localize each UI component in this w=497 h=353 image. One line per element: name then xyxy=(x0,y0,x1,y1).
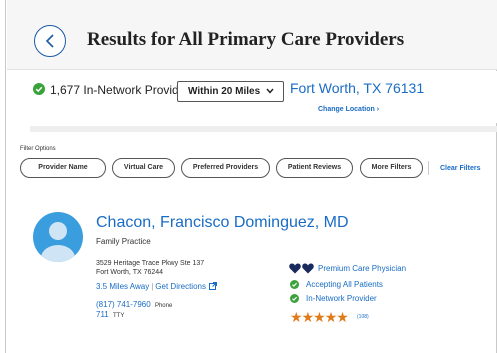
review-count-link[interactable]: (108) xyxy=(357,314,369,320)
pipe-separator: | xyxy=(151,282,154,291)
phone-row: (817) 741-7960 Phone xyxy=(96,300,172,309)
phone-link[interactable]: (817) 741-7960 xyxy=(96,300,151,309)
in-network-status: In-Network Provider xyxy=(306,294,377,303)
results-header: Results for All Primary Care Providers xyxy=(7,0,497,70)
distance-row: 3.5 Miles Away | Get Directions xyxy=(96,282,217,291)
results-summary: 1,677 In-Network Providers Within 20 Mil… xyxy=(7,71,497,123)
distance-select[interactable]: Within 20 Miles xyxy=(177,81,284,102)
distance-value: Within 20 Miles xyxy=(188,86,261,97)
premium-care-badge[interactable]: Premium Care Physician xyxy=(318,264,406,273)
change-location-link[interactable]: Change Location › xyxy=(318,106,379,113)
check-circle-icon xyxy=(33,83,45,95)
get-directions-link[interactable]: Get Directions xyxy=(155,282,206,291)
accepting-check-icon xyxy=(290,280,299,289)
star-icon: ★ xyxy=(336,309,349,325)
back-button[interactable] xyxy=(34,25,66,57)
provider-specialty: Family Practice xyxy=(96,237,151,246)
network-check-icon xyxy=(290,294,299,303)
tty-link[interactable]: 711 xyxy=(96,310,109,319)
address-line-1: 3529 Heritage Trace Pkwy Ste 137 xyxy=(96,260,205,267)
tty-row: 711 TTY xyxy=(96,310,124,319)
section-divider xyxy=(30,126,497,132)
window-left-edge xyxy=(0,0,6,353)
location-text: Fort Worth, TX 76131 xyxy=(290,80,425,96)
filter-chip-more-filters[interactable]: More Filters xyxy=(360,158,423,178)
chevron-down-icon xyxy=(266,88,274,94)
distance-link[interactable]: 3.5 Miles Away xyxy=(96,282,149,291)
star-icon: ★ xyxy=(290,309,303,325)
filter-chip-provider-name[interactable]: Provider Name xyxy=(20,158,106,178)
filter-chip-patient-reviews[interactable]: Patient Reviews xyxy=(276,158,353,178)
avatar xyxy=(33,212,83,262)
filter-options-label: Filter Options xyxy=(20,146,56,152)
premium-hearts-icon xyxy=(289,263,314,274)
star-icon: ★ xyxy=(301,309,315,325)
address-line-2: Fort Worth, TX 76244 xyxy=(96,269,164,276)
star-icon: ★ xyxy=(324,309,338,325)
phone-label: Phone xyxy=(154,303,173,309)
tty-label: TTY xyxy=(113,313,125,319)
star-icon: ★ xyxy=(313,309,326,325)
chevron-left-icon xyxy=(45,34,54,48)
accepting-patients-status: Accepting All Patients xyxy=(306,280,383,289)
filter-chip-virtual-care[interactable]: Virtual Care xyxy=(112,158,175,178)
star-rating: ★★★★★ xyxy=(290,309,349,326)
page-title: Results for All Primary Care Providers xyxy=(87,29,405,50)
provider-name-link[interactable]: Chacon, Francisco Dominguez, MD xyxy=(96,214,349,232)
external-link-icon xyxy=(208,282,217,290)
filter-separator xyxy=(428,161,429,175)
clear-filters-link[interactable]: Clear Filters xyxy=(440,165,480,172)
filter-chip-preferred-providers[interactable]: Preferred Providers xyxy=(181,158,270,178)
provider-count: 1,677 In-Network Providers xyxy=(50,83,196,97)
